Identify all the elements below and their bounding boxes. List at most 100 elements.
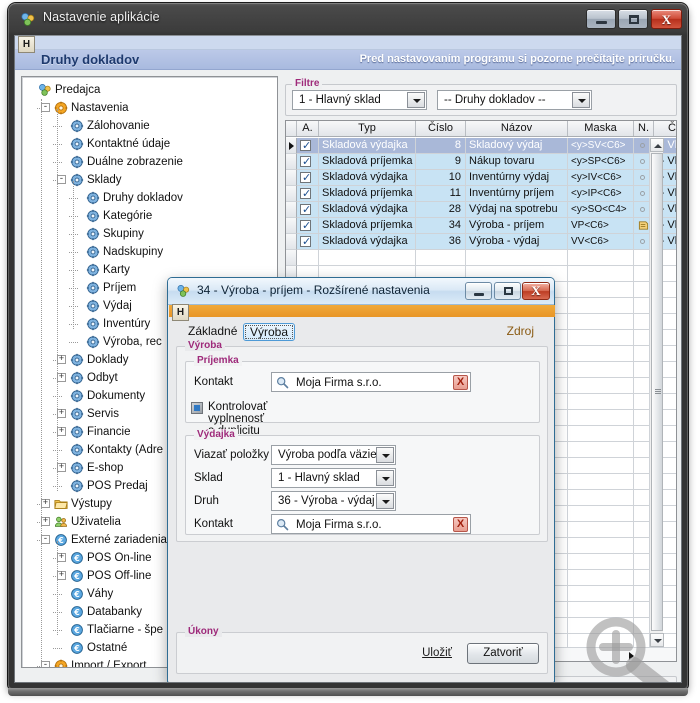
prijemka-kontakt-field[interactable]: Moja Firma s.r.o. X: [271, 372, 471, 392]
druh-select[interactable]: 36 - Výroba - výdaj: [271, 491, 396, 511]
expand-icon[interactable]: +: [41, 517, 50, 526]
row-selector[interactable]: [286, 138, 297, 154]
warehouse-filter-select[interactable]: 1 - Hlavný sklad: [292, 90, 427, 110]
row-active-checkbox[interactable]: [297, 186, 319, 202]
tab-vyroba[interactable]: Výroba: [243, 323, 295, 341]
expand-icon[interactable]: +: [57, 427, 66, 436]
grid-header-typ[interactable]: Typ: [319, 121, 416, 136]
tree-item-kontaktn-daje[interactable]: Kontaktné údaje: [26, 135, 276, 153]
tree-item-label: Tlačiarne - špe: [87, 621, 163, 639]
row-active-checkbox[interactable]: [297, 218, 319, 234]
table-row-empty: [286, 250, 676, 266]
euro-blue-icon: €: [70, 587, 84, 601]
dialog-minimize-button[interactable]: [465, 282, 492, 300]
dialog-close-action-button[interactable]: Zatvoriť: [467, 643, 539, 664]
tree-item-sklady[interactable]: -Sklady: [26, 171, 276, 189]
table-row[interactable]: Skladová výdajka36Výroba - výdajVV<C6>--…: [286, 234, 676, 250]
window-minimize-button[interactable]: [586, 9, 616, 29]
tree-item-nastavenia[interactable]: -Nastavenia: [26, 99, 276, 117]
tree-item-kateg-rie[interactable]: Kategórie: [26, 207, 276, 225]
vydajka-kontakt-field[interactable]: Moja Firma s.r.o. X: [271, 514, 471, 534]
table-row[interactable]: Skladová príjemka34Výroba - príjemVP<C6>…: [286, 218, 676, 234]
row-selector[interactable]: [286, 154, 297, 170]
filters-legend: Filtre: [292, 78, 322, 89]
scroll-right-icon[interactable]: [629, 652, 634, 660]
expand-icon[interactable]: +: [57, 553, 66, 562]
grid-header-maska[interactable]: Maska: [568, 121, 634, 136]
vydajka-groupbox: Výdajka Viazať položky Výroba podľa väzi…: [185, 435, 540, 535]
expand-icon[interactable]: +: [41, 499, 50, 508]
dialog-save-button[interactable]: Uložiť: [422, 647, 452, 659]
prijemka-kontakt-clear-button[interactable]: X: [453, 375, 468, 390]
dialog-titlebar[interactable]: 34 - Výroba - príjem - Rozšírené nastave…: [168, 278, 554, 305]
viazat-polozky-select[interactable]: Výroba podľa väzieb: [271, 445, 396, 465]
gear-blue-icon: [70, 461, 84, 475]
expand-icon[interactable]: +: [57, 373, 66, 382]
row-selector[interactable]: [286, 202, 297, 218]
window-titlebar[interactable]: Nastavenie aplikácie X: [8, 3, 688, 35]
tree-item-z-lohovanie[interactable]: Zálohovanie: [26, 117, 276, 135]
app-icon-icon: [38, 83, 52, 97]
tree-item-druhy-dokladov[interactable]: Druhy dokladov: [26, 189, 276, 207]
row-cislo: 36: [416, 234, 466, 250]
row-active-checkbox[interactable]: [297, 138, 319, 154]
collapse-icon[interactable]: -: [41, 661, 50, 668]
window-maximize-button[interactable]: [618, 9, 648, 29]
row-active-checkbox[interactable]: [297, 170, 319, 186]
tree-item-predajca[interactable]: Predajca: [26, 81, 276, 99]
tree-item-skupiny[interactable]: Skupiny: [26, 225, 276, 243]
dialog-close-button[interactable]: X: [522, 282, 550, 300]
row-active-checkbox[interactable]: [297, 234, 319, 250]
tree-item-label: Servis: [87, 405, 119, 423]
table-row[interactable]: Skladová výdajka10Inventúrny výdaj<y>IV<…: [286, 170, 676, 186]
chevron-down-icon[interactable]: [572, 92, 590, 108]
tab-zakladne[interactable]: Základné: [182, 323, 243, 339]
tab-zdroj[interactable]: Zdroj: [501, 323, 540, 339]
chevron-down-icon[interactable]: [376, 493, 394, 509]
grid-vertical-scrollbar[interactable]: [649, 138, 663, 647]
dialog-maximize-button[interactable]: [494, 282, 521, 300]
row-active-checkbox[interactable]: [297, 154, 319, 170]
table-row[interactable]: Skladová výdajka8Skladový výdaj<y>SV<C6>…: [286, 138, 676, 154]
help-menu-button[interactable]: H: [18, 36, 35, 53]
grid-header-a[interactable]: A.: [297, 121, 319, 136]
scroll-thumb[interactable]: [651, 153, 663, 631]
grid-header-n-zov[interactable]: Názov: [466, 121, 568, 136]
doctype-filter-select[interactable]: -- Druhy dokladov --: [437, 90, 592, 110]
window-close-button[interactable]: X: [651, 9, 682, 29]
collapse-icon[interactable]: -: [41, 535, 50, 544]
empty-cell: [568, 522, 634, 538]
collapse-icon[interactable]: -: [57, 175, 66, 184]
row-typ: Skladová výdajka: [319, 170, 416, 186]
tree-item-du-lne-zobrazenie[interactable]: Duálne zobrazenie: [26, 153, 276, 171]
expand-icon[interactable]: +: [57, 409, 66, 418]
tree-item-nadskupiny[interactable]: Nadskupiny: [26, 243, 276, 261]
chevron-down-icon[interactable]: [376, 447, 394, 463]
window-client-area: H Druhy dokladov Pred nastavovaním progr…: [14, 35, 682, 683]
expand-icon[interactable]: +: [57, 355, 66, 364]
row-selector[interactable]: [286, 234, 297, 250]
row-selector[interactable]: [286, 170, 297, 186]
empty-cell: [568, 586, 634, 602]
grid-header-n[interactable]: N.: [634, 121, 654, 136]
row-active-checkbox[interactable]: [297, 202, 319, 218]
row-selector[interactable]: [286, 186, 297, 202]
grid-header-slo[interactable]: Číslo: [416, 121, 466, 136]
expand-icon[interactable]: +: [57, 571, 66, 580]
scroll-up-button[interactable]: [650, 138, 664, 152]
table-row[interactable]: Skladová výdajka28Výdaj na spotrebu<y>SO…: [286, 202, 676, 218]
dialog-help-button[interactable]: H: [172, 304, 189, 321]
vydajka-kontakt-clear-button[interactable]: X: [453, 517, 468, 532]
row-maska: <y>IP<C6>: [568, 186, 634, 202]
grid-header-seln-rada-s[interactable]: Číselná rada s: [654, 121, 677, 136]
collapse-icon[interactable]: -: [41, 103, 50, 112]
table-row[interactable]: Skladová príjemka11Inventúrny príjem<y>I…: [286, 186, 676, 202]
scroll-down-button[interactable]: [650, 633, 664, 647]
chevron-down-icon[interactable]: [376, 470, 394, 486]
sklad-select[interactable]: 1 - Hlavný sklad: [271, 468, 396, 488]
row-selector[interactable]: [286, 218, 297, 234]
expand-icon[interactable]: +: [57, 463, 66, 472]
table-row[interactable]: Skladová príjemka9Nákup tovaru<y>SP<C6>-…: [286, 154, 676, 170]
chevron-down-icon[interactable]: [407, 92, 425, 108]
empty-cell: [568, 330, 634, 346]
